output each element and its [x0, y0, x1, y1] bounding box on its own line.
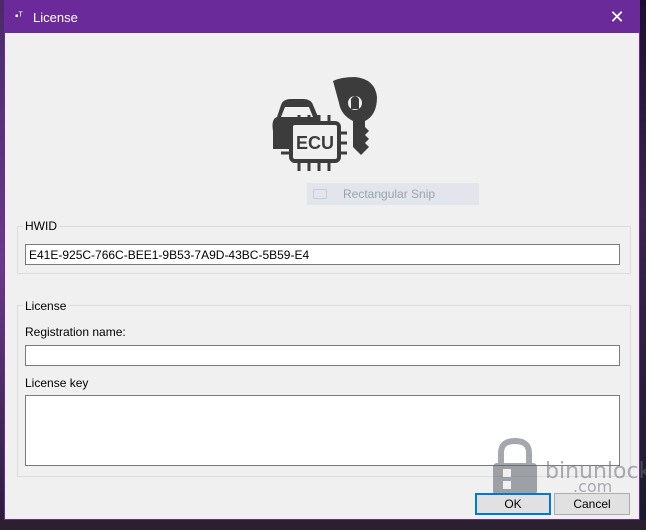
hwid-field[interactable]	[25, 244, 620, 265]
title-bar[interactable]: ▪ᵀ License ✕	[5, 1, 639, 33]
padlock-icon	[493, 437, 537, 495]
logo-chip-text: ECU	[296, 133, 334, 153]
rectangular-snip-overlay: Rectangular Snip	[307, 183, 479, 205]
license-group-label: License	[23, 299, 69, 313]
window-title: License	[33, 10, 78, 25]
registration-name-input[interactable]	[25, 345, 620, 366]
taskbar-strip	[0, 520, 646, 530]
ecu-car-key-logo: ECU	[272, 77, 377, 171]
app-icon: ▪ᵀ	[15, 11, 23, 22]
snip-label: Rectangular Snip	[343, 187, 436, 201]
close-button[interactable]: ✕	[595, 1, 639, 33]
watermark: binunlock .com	[485, 437, 646, 499]
ok-button[interactable]: OK	[475, 493, 551, 515]
license-key-label: License key	[25, 376, 89, 390]
hwid-group-label: HWID	[23, 219, 59, 233]
registration-name-label: Registration name:	[25, 325, 126, 339]
cancel-button[interactable]: Cancel	[554, 493, 630, 515]
snip-icon	[313, 189, 327, 199]
license-dialog: ▪ᵀ License ✕ ECU Rectangular Snip HWID E…	[4, 0, 646, 520]
